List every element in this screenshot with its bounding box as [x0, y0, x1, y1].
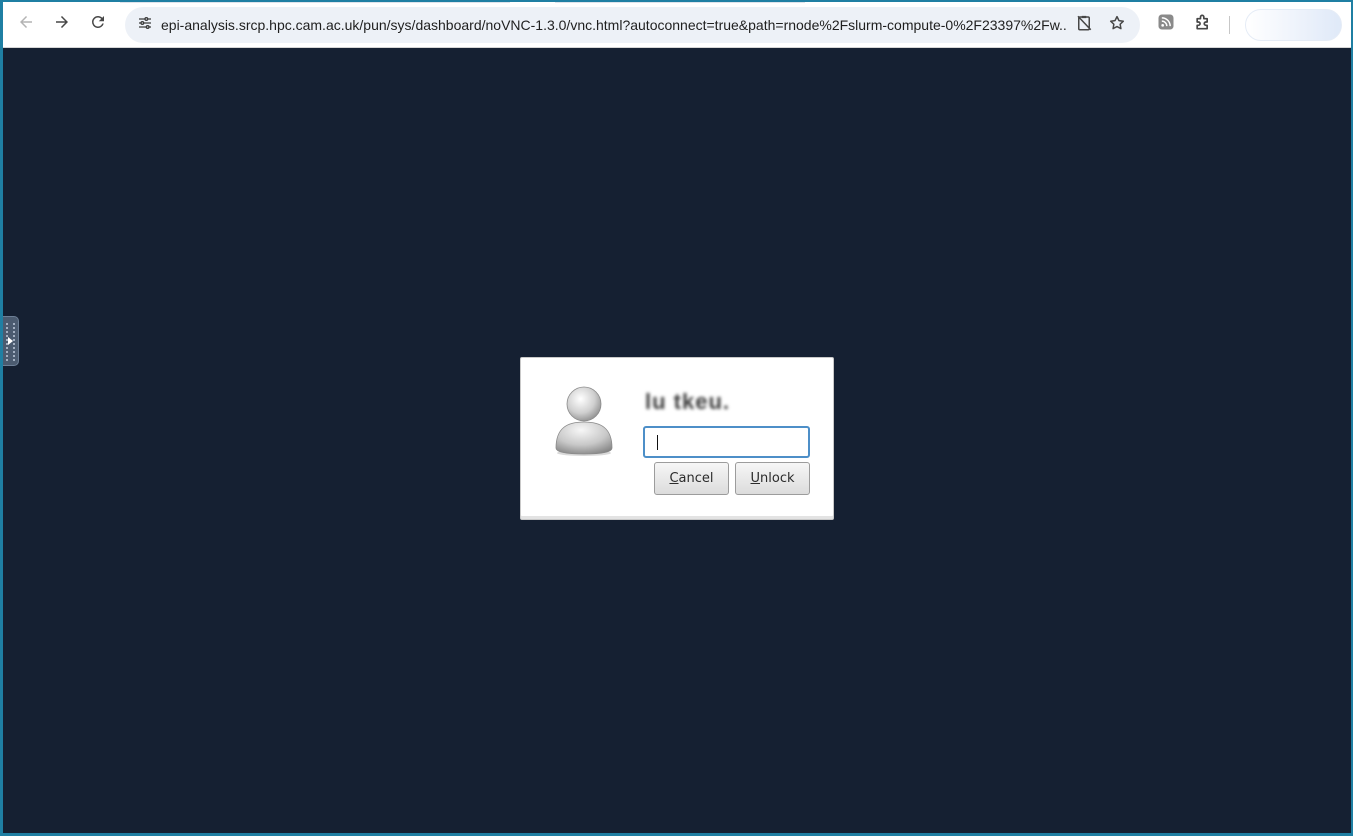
grip-dots	[13, 322, 15, 362]
expand-arrow-icon	[8, 337, 13, 345]
user-name-label: lu tkeu.	[645, 389, 731, 414]
forward-arrow-icon	[53, 13, 71, 36]
unlock-dialog: lu tkeu. Cancel Unlock	[520, 357, 834, 520]
forward-button[interactable]	[47, 9, 77, 39]
extensions-button[interactable]	[1188, 9, 1218, 39]
tab-strip-hint	[555, 0, 805, 3]
password-field[interactable]	[643, 426, 810, 458]
bookmark-button[interactable]	[1103, 11, 1131, 39]
browser-toolbar: epi-analysis.srcp.hpc.cam.ac.uk/pun/sys/…	[0, 0, 1353, 48]
profile-button[interactable]	[1245, 9, 1342, 41]
unlock-button[interactable]: Unlock	[735, 462, 810, 495]
novnc-control-bar-handle[interactable]	[3, 316, 19, 366]
tab-strip-hint	[120, 0, 510, 3]
text-caret	[657, 435, 658, 450]
reload-button[interactable]	[83, 9, 113, 39]
puzzle-icon	[1193, 12, 1213, 37]
star-icon	[1108, 14, 1126, 37]
rss-feed-icon	[1156, 12, 1176, 37]
address-bar[interactable]: epi-analysis.srcp.hpc.cam.ac.uk/pun/sys/…	[125, 7, 1140, 43]
feed-extension-button[interactable]	[1151, 9, 1181, 39]
unlock-button-mnemonic: U	[750, 471, 761, 486]
clipboard-blocked-icon	[1075, 14, 1093, 37]
tune-icon	[137, 15, 153, 36]
toolbar-separator	[1229, 16, 1230, 34]
cancel-button-mnemonic: C	[669, 471, 679, 486]
url-text[interactable]: epi-analysis.srcp.hpc.cam.ac.uk/pun/sys/…	[161, 7, 1066, 43]
unlock-button-label: nlock	[760, 471, 795, 486]
site-info-button[interactable]	[131, 11, 159, 39]
reload-icon	[89, 13, 107, 36]
back-button[interactable]	[11, 9, 41, 39]
clipboard-blocked-button[interactable]	[1070, 11, 1098, 39]
back-arrow-icon	[17, 13, 35, 36]
user-avatar-icon	[553, 384, 615, 456]
cancel-button-label: ancel	[678, 471, 714, 486]
cancel-button[interactable]: Cancel	[654, 462, 729, 495]
